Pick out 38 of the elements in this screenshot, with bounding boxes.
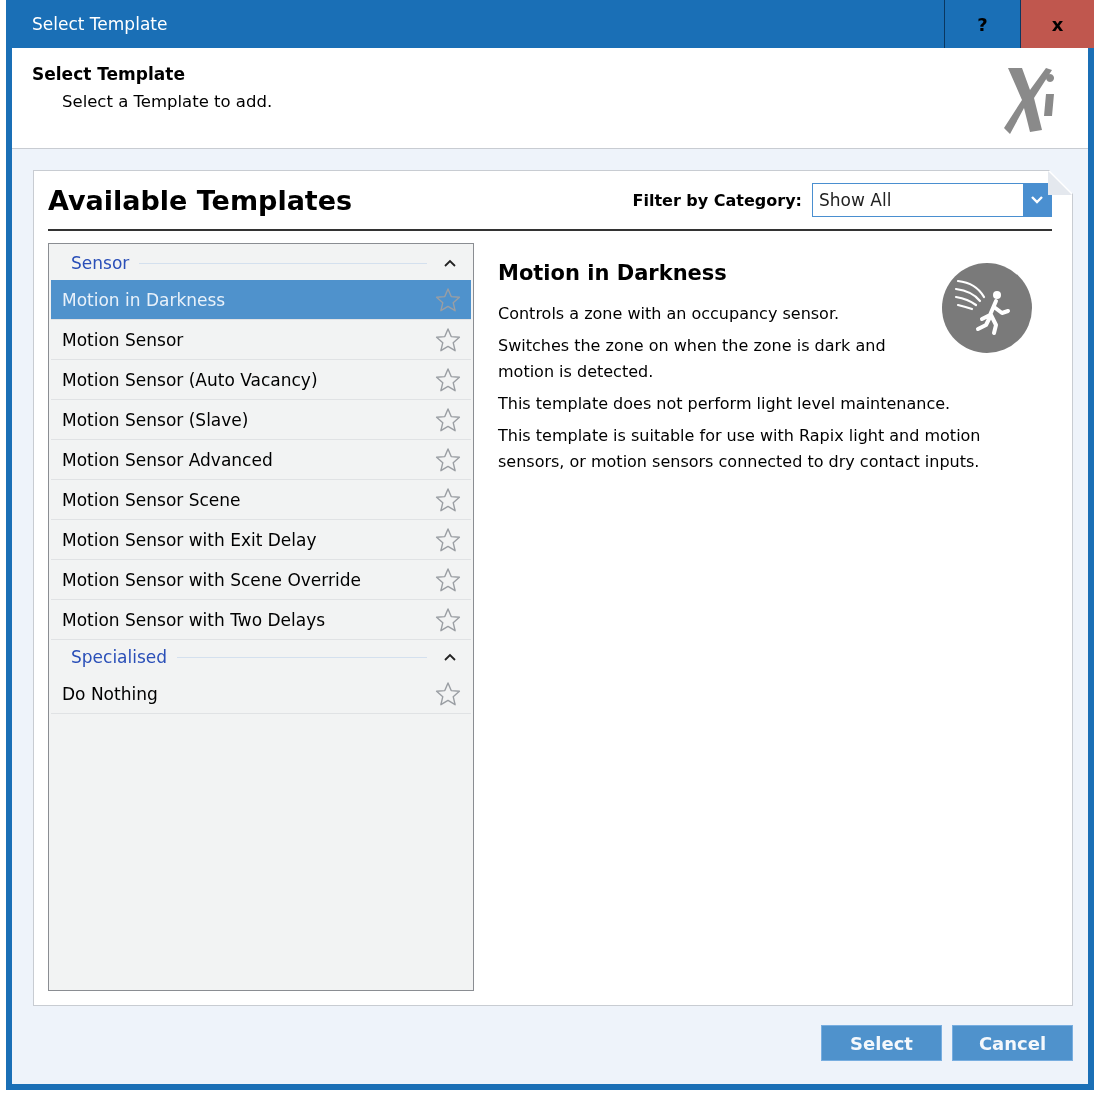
- star-icon[interactable]: [435, 406, 461, 433]
- template-item[interactable]: Motion Sensor (Auto Vacancy): [51, 360, 471, 400]
- star-icon[interactable]: [435, 366, 461, 393]
- template-item[interactable]: Do Nothing: [51, 674, 471, 714]
- group-header: Specialised: [71, 647, 168, 667]
- header-subtitle: Select a Template to add.: [62, 92, 274, 111]
- group-header: Sensor: [71, 253, 130, 273]
- panel-title: Available Templates: [48, 184, 354, 216]
- window-title: Select Template: [31, 13, 169, 36]
- template-item[interactable]: Motion Sensor Scene: [51, 480, 471, 520]
- template-item[interactable]: Motion Sensor: [51, 320, 471, 360]
- template-item[interactable]: Motion Sensor Advanced: [51, 440, 471, 480]
- star-icon[interactable]: [435, 286, 461, 313]
- star-icon[interactable]: [435, 680, 461, 707]
- header-title: Select Template: [32, 64, 186, 84]
- caret-up-icon[interactable]: [443, 258, 457, 268]
- description-text: Controls a zone with an occupancy sensor.: [498, 303, 841, 325]
- description-text: Switches the zone on when the zone is dark and motion is detected.: [498, 335, 887, 383]
- template-item[interactable]: Motion Sensor with Two Delays: [51, 600, 471, 640]
- star-icon[interactable]: [435, 486, 461, 513]
- template-title: Motion in Darkness: [498, 261, 728, 285]
- template-item[interactable]: Motion Sensor with Exit Delay: [51, 520, 471, 560]
- template-item[interactable]: Motion Sensor (Slave): [51, 400, 471, 440]
- star-icon[interactable]: [435, 566, 461, 593]
- star-icon[interactable]: [435, 326, 461, 353]
- filter-label: Filter by Category:: [632, 190, 802, 210]
- close-button[interactable]: x: [1020, 0, 1094, 48]
- star-icon[interactable]: [435, 606, 461, 633]
- star-icon[interactable]: [435, 446, 461, 473]
- description-text: This template does not perform light level maintenance.: [498, 393, 952, 415]
- folded-corner: [1048, 171, 1072, 195]
- category-dropdown[interactable]: Show All: [812, 183, 1052, 217]
- star-icon[interactable]: [435, 526, 461, 553]
- chevron-down-icon: [1030, 195, 1044, 205]
- motion-sensor-icon: [942, 263, 1032, 353]
- caret-up-icon[interactable]: [443, 652, 457, 662]
- template-item[interactable]: Motion Sensor with Scene Override: [51, 560, 471, 600]
- description-text: This template is suitable for use with Rapix light and motion sensors, or motion sensors connected to dry contact inputs.: [498, 425, 982, 473]
